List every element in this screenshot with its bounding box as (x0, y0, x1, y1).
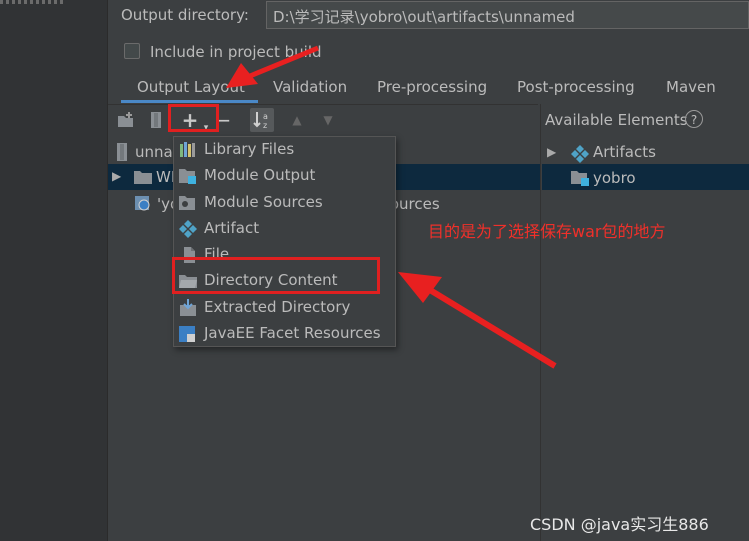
arrow-to-menu-item-head (398, 272, 442, 303)
annotation-text: 目的是为了选择保存war包的地方 (428, 222, 666, 241)
watermark: CSDN @java实习生886 (530, 515, 709, 534)
arrow-to-menu-item (428, 287, 557, 369)
annotation-arrows (226, 45, 557, 369)
arrow-to-tab (249, 45, 319, 79)
